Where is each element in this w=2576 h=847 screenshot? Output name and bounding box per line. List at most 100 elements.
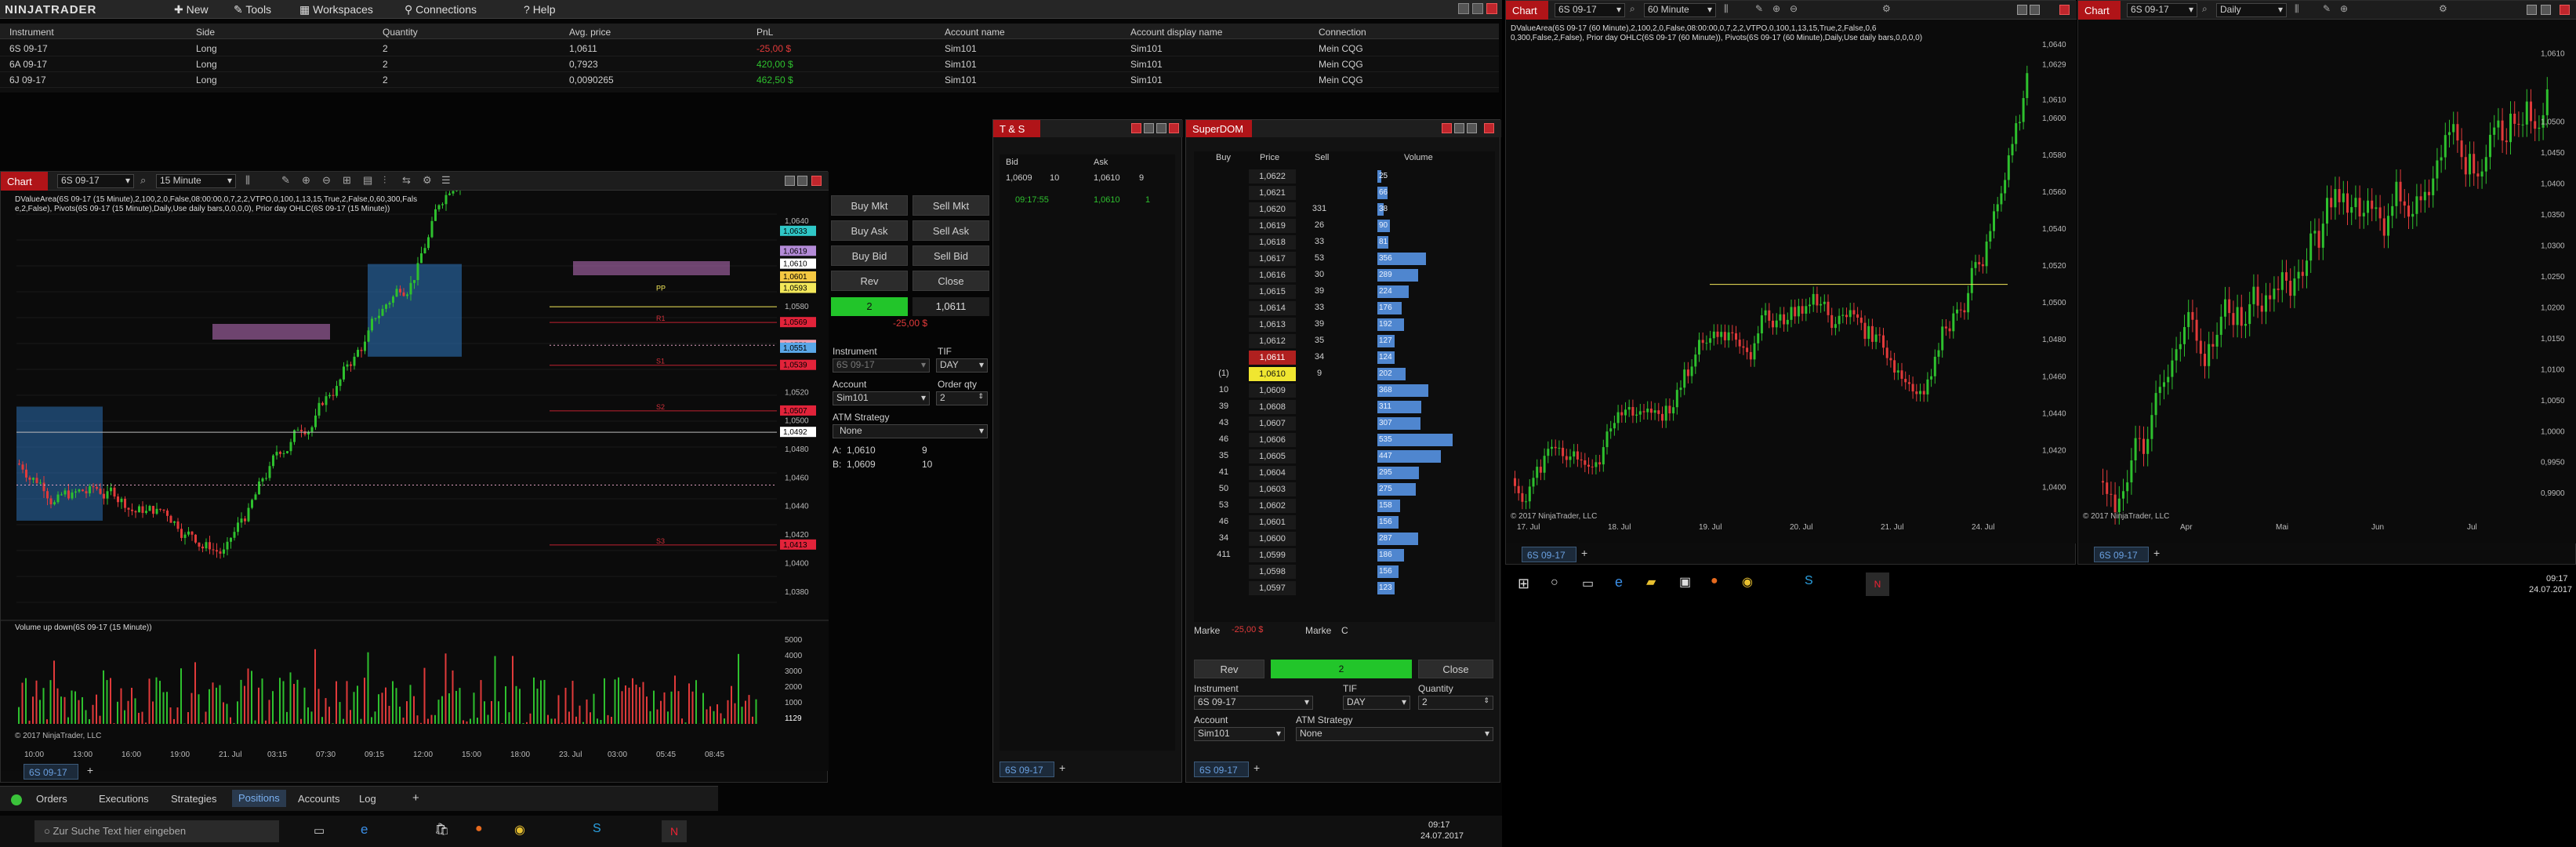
zoom-in-icon[interactable]: ⊕ bbox=[2340, 3, 2348, 14]
dom-sell-cell[interactable]: 33 bbox=[1304, 303, 1335, 312]
dom-row[interactable]: 1,0619 26 90 bbox=[1194, 218, 1495, 234]
dom-buy-cell[interactable]: 46 bbox=[1208, 517, 1239, 526]
tab-accounts[interactable]: Accounts bbox=[298, 793, 339, 805]
store-icon[interactable]: ▣ bbox=[1679, 574, 1691, 590]
add-tab-button[interactable]: + bbox=[412, 791, 419, 805]
bar-type-icon[interactable]: ⫼ bbox=[1724, 3, 1729, 15]
header-quantity[interactable]: Quantity bbox=[383, 27, 418, 38]
bar-type-icon[interactable]: ⫼ bbox=[245, 174, 250, 187]
instrument-select[interactable]: 6S 09-17 ▾ bbox=[833, 358, 930, 373]
dom-row[interactable]: 1,0597 123 bbox=[1194, 580, 1495, 596]
menu-item-workspaces[interactable]: ▦ Workspaces bbox=[299, 3, 373, 16]
bar-type-icon[interactable]: ⫼ bbox=[2295, 3, 2299, 15]
dom-row[interactable]: 1,0612 35 127 bbox=[1194, 333, 1495, 349]
explorer-icon[interactable]: ▰ bbox=[1646, 574, 1656, 590]
chart-trader-icon[interactable]: ☰ bbox=[441, 174, 451, 187]
superdom-restore-button[interactable] bbox=[1467, 123, 1477, 133]
dom-market-buy-label[interactable]: Marke bbox=[1194, 625, 1220, 636]
chart3-min-button[interactable] bbox=[2527, 5, 2537, 15]
dom-row[interactable]: 1,0613 39 192 bbox=[1194, 317, 1495, 333]
atm-strategy-select[interactable]: None ▾ bbox=[833, 424, 988, 438]
dom-buy-cell[interactable]: 41 bbox=[1208, 467, 1239, 477]
sell-mkt-button[interactable]: Sell Mkt bbox=[912, 195, 989, 216]
ts-max-button[interactable] bbox=[1144, 123, 1154, 133]
chart2-svg[interactable]: DValueArea(6S 09-17 (60 Minute),2,100,2,… bbox=[1506, 20, 2077, 543]
dom-row[interactable]: 1,0611 34 124 bbox=[1194, 350, 1495, 365]
chart3-instrument-select[interactable]: 6S 09-17 ▾ bbox=[2127, 3, 2197, 17]
dom-buy-cell[interactable]: 46 bbox=[1208, 434, 1239, 444]
buy-mkt-button[interactable]: Buy Mkt bbox=[831, 195, 908, 216]
superdom-min-button[interactable] bbox=[1442, 123, 1452, 133]
chart2-interval-select[interactable]: 60 Minute ▾ bbox=[1644, 3, 1716, 17]
dom-sell-cell[interactable]: 35 bbox=[1304, 336, 1335, 345]
dom-sell-cell[interactable]: 34 bbox=[1304, 352, 1335, 362]
ts-tab[interactable]: 6S 09-17 bbox=[1000, 762, 1054, 777]
dom-buy-cell[interactable]: 34 bbox=[1208, 533, 1239, 543]
chart1-tab[interactable]: 6S 09-17 bbox=[24, 764, 78, 780]
header-account-display-name[interactable]: Account display name bbox=[1130, 27, 1222, 38]
cortana-icon[interactable]: ○ bbox=[1551, 576, 1558, 590]
template-icon[interactable]: ▤ bbox=[363, 174, 372, 187]
ts-restore-button[interactable] bbox=[1156, 123, 1166, 133]
order-qty-stepper[interactable]: 2 ⇕ bbox=[936, 391, 988, 405]
chart2-tab[interactable]: 6S 09-17 bbox=[1522, 547, 1576, 562]
dom-buy-cell[interactable]: 411 bbox=[1208, 550, 1239, 559]
buy-ask-button[interactable]: Buy Ask bbox=[831, 220, 908, 241]
menu-item-connections[interactable]: ⚲ Connections bbox=[405, 3, 477, 16]
dom-instrument-select[interactable]: 6S 09-17 ▾ bbox=[1194, 696, 1313, 710]
zoom-out-icon[interactable]: ⊖ bbox=[1790, 3, 1798, 14]
dom-row[interactable]: 50 1,0603 275 bbox=[1194, 482, 1495, 497]
dom-row[interactable]: 34 1,0600 287 bbox=[1194, 531, 1495, 547]
tab-orders[interactable]: Orders bbox=[36, 793, 67, 805]
dom-sell-cell[interactable]: 53 bbox=[1304, 253, 1335, 263]
chart2-add-tab-button[interactable]: + bbox=[1581, 547, 1587, 559]
dom-row[interactable]: 46 1,0601 156 bbox=[1194, 514, 1495, 530]
superdom-close-button[interactable] bbox=[1484, 123, 1494, 133]
chart1-svg[interactable]: DValueArea(6S 09-17 (15 Minute),2,100,2,… bbox=[1, 191, 829, 771]
close-button[interactable] bbox=[1486, 3, 1497, 14]
dom-row[interactable]: 411 1,0599 186 bbox=[1194, 547, 1495, 563]
dom-row[interactable]: 1,0618 33 81 bbox=[1194, 234, 1495, 250]
draw-tool-icon[interactable]: ✎ bbox=[1755, 3, 1763, 14]
dom-row[interactable]: 10 1,0609 368 bbox=[1194, 383, 1495, 398]
dom-market-sell-label[interactable]: Marke bbox=[1305, 625, 1331, 636]
tab-positions[interactable]: Positions bbox=[232, 790, 286, 807]
dom-row[interactable]: 1,0622 25 bbox=[1194, 169, 1495, 184]
dom-sell-cell[interactable]: 30 bbox=[1304, 270, 1335, 279]
account-select[interactable]: Sim101 ▾ bbox=[833, 391, 930, 405]
dom-c-label[interactable]: C bbox=[1341, 625, 1348, 636]
ts-close-button[interactable] bbox=[1169, 123, 1179, 133]
dom-row[interactable]: 1,0620 331 38 bbox=[1194, 202, 1495, 217]
properties-icon[interactable]: ⚙ bbox=[1882, 3, 1891, 14]
header-instrument[interactable]: Instrument bbox=[9, 27, 54, 38]
chart2-max-button[interactable] bbox=[2030, 5, 2040, 15]
dom-buy-cell[interactable]: 10 bbox=[1208, 385, 1239, 394]
search-icon[interactable]: ⌕ bbox=[140, 174, 146, 187]
header-pnl[interactable]: PnL bbox=[756, 27, 773, 38]
tab-executions[interactable]: Executions bbox=[99, 793, 149, 805]
dom-sell-cell[interactable]: 39 bbox=[1304, 286, 1335, 296]
indicators-icon[interactable]: ⫶ bbox=[383, 174, 386, 187]
menu-item-new[interactable]: ✚ New bbox=[174, 3, 209, 16]
crosshair-icon[interactable]: ⊞ bbox=[343, 174, 351, 187]
search-box[interactable]: ○ Zur Suche Text hier eingeben bbox=[34, 820, 279, 842]
ts-add-tab-button[interactable]: + bbox=[1059, 762, 1065, 774]
chart3-interval-select[interactable]: Daily ▾ bbox=[2216, 3, 2287, 17]
dom-row[interactable]: 1,0614 33 176 bbox=[1194, 300, 1495, 316]
edge-icon[interactable]: e bbox=[1615, 574, 1623, 591]
properties-icon[interactable]: ⚙ bbox=[423, 174, 432, 187]
ninjatrader-task-icon[interactable]: N bbox=[1866, 573, 1889, 596]
dom-row[interactable]: 1,0598 156 bbox=[1194, 564, 1495, 580]
chart3-max-button[interactable] bbox=[2541, 5, 2551, 15]
dom-tab[interactable]: 6S 09-17 bbox=[1194, 762, 1249, 777]
search-icon[interactable]: ⌕ bbox=[2202, 3, 2208, 15]
header-avg-price[interactable]: Avg. price bbox=[569, 27, 611, 38]
chrome-icon[interactable]: ◉ bbox=[1742, 574, 1753, 590]
superdom-max-button[interactable] bbox=[1454, 123, 1464, 133]
dom-buy-cell[interactable]: 39 bbox=[1208, 402, 1239, 411]
dom-buy-cell[interactable]: 53 bbox=[1208, 500, 1239, 510]
dom-account-select[interactable]: Sim101 ▾ bbox=[1194, 727, 1285, 741]
ninjatrader-task-icon[interactable]: N bbox=[662, 820, 687, 842]
firefox-icon[interactable]: ● bbox=[1711, 574, 1718, 588]
dom-buy-cell[interactable]: 35 bbox=[1208, 451, 1239, 460]
